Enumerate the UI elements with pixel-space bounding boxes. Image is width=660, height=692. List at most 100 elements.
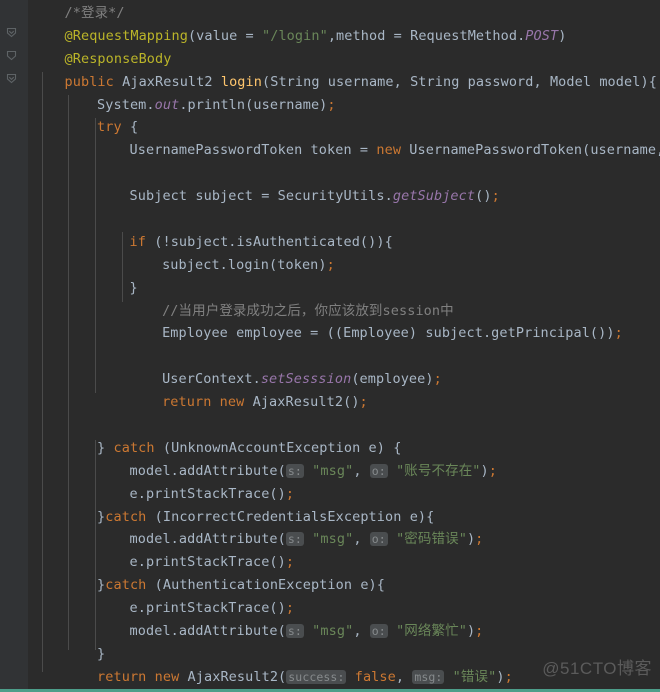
line-requestmapping-token-5: ) [558,27,567,44]
line-model-addattr-password-token-4: o: [369,532,388,547]
line-catch-unknownaccount[interactable]: } catch (UnknownAccountException e) { [28,437,660,460]
line-subject-login[interactable]: subject.login(token); [28,254,660,277]
line-return-ajaxresult-error-token-4: , [395,668,413,685]
line-comment-session-token-0: //当用户登录成功之后，你应该放到session中 [162,302,454,319]
line-model-addattr-network-token-4: o: [369,624,388,639]
line-catch-incorrectcredentials[interactable]: }catch (IncorrectCredentialsException e)… [28,506,660,529]
line-token-decl[interactable]: UsernamePasswordToken token = new Userna… [28,139,660,162]
line-token-decl-token-0: UsernamePasswordToken token = [129,142,377,159]
line-model-addattr-network-token-5: "网络繁忙" [387,623,467,640]
line-model-addattr-account-token-2: "msg" [303,462,354,479]
line-model-addattr-password-token-1: s: [285,532,304,547]
fold-marker-responsebody[interactable] [6,50,17,61]
line-model-addattr-account-token-7: ; [488,462,497,479]
line-model-addattr-network-token-1: s: [285,624,304,639]
line-if-authenticated[interactable]: if (!subject.isAuthenticated()){ [28,231,660,254]
line-blank-4[interactable] [28,414,660,437]
line-return-ajaxresult-token-1: AjaxResult2() [244,394,360,411]
line-requestmapping[interactable]: @RequestMapping(value = "/login",method … [28,25,660,48]
line-responsebody[interactable]: @ResponseBody [28,48,660,71]
line-printstacktrace-2-token-1: ; [285,554,295,571]
line-comment-login-token-0: /*登录*/ [64,5,125,21]
line-model-addattr-password-token-5: "密码错误" [387,531,467,548]
line-printstacktrace-2[interactable]: e.printStackTrace(); [28,551,660,574]
line-usercontext-setsession-token-3: ; [433,371,442,388]
fold-marker-requestmapping[interactable] [6,27,17,38]
line-model-addattr-password-token-0: model.addAttribute( [129,531,286,548]
line-requestmapping-token-1: (value = [187,27,262,44]
line-requestmapping-token-2: "/login" [262,27,328,44]
line-model-addattr-account[interactable]: model.addAttribute(s: "msg", o: "账号不存在")… [28,460,660,483]
line-model-addattr-network-token-0: model.addAttribute( [129,623,286,640]
line-model-addattr-password-token-7: ; [475,531,484,548]
line-subject-decl-token-1: getSubject [392,188,476,205]
line-printstacktrace-1[interactable]: e.printStackTrace(); [28,483,660,506]
line-method-signature-token-2: login [220,73,262,90]
editor-code-area[interactable]: /*登录*/@RequestMapping(value = "/login",m… [28,0,660,689]
line-printstacktrace-2-token-0: e.printStackTrace() [129,554,286,571]
line-catch-unknownaccount-token-0: } [97,439,114,456]
line-usercontext-setsession[interactable]: UserContext.setSesssion(employee); [28,368,660,391]
code-editor-window: /*登录*/@RequestMapping(value = "/login",m… [0,0,660,692]
line-comment-session[interactable]: //当用户登录成功之后，你应该放到session中 [28,300,660,323]
line-printstacktrace-3[interactable]: e.printStackTrace(); [28,597,660,620]
line-model-addattr-password[interactable]: model.addAttribute(s: "msg", o: "密码错误"); [28,528,660,551]
line-blank-2[interactable] [28,208,660,231]
line-employee-decl-token-1: ; [614,325,623,342]
line-sysout-println-token-1: out [154,96,180,113]
line-return-ajaxresult-error-token-0: return new [97,668,180,685]
line-printstacktrace-3-token-0: e.printStackTrace() [129,600,286,617]
line-subject-decl-token-0: Subject subject = SecurityUtils. [129,188,393,205]
line-catch-authentication-token-2: (AuthenticationException e){ [146,577,386,594]
line-usercontext-setsession-token-2: (employee) [351,371,434,388]
line-method-signature-token-0: public [64,73,123,90]
line-sysout-println-token-3: ; [327,96,336,113]
line-catch-authentication[interactable]: }catch (AuthenticationException e){ [28,574,660,597]
line-return-ajaxresult-token-0: return new [162,394,245,411]
line-subject-decl-token-2: () [475,188,492,205]
line-subject-login-token-0: subject.login(token) [162,256,327,273]
line-sysout-println-token-0: System. [97,96,155,113]
line-responsebody-token-0: @ResponseBody [64,50,172,67]
watermark-label: @51CTO博客 [542,659,652,678]
line-model-addattr-password-token-3: , [353,531,370,548]
line-try-close-token-0: } [97,645,106,662]
line-return-ajaxresult-error-token-5: msg: [412,669,445,684]
line-requestmapping-token-3: ,method = RequestMethod. [327,27,526,44]
line-model-addattr-network-token-2: "msg" [303,623,354,640]
line-try-open-token-0: try [97,119,122,136]
line-if-authenticated-token-0: if [129,233,147,250]
line-sysout-println[interactable]: System.out.println(username); [28,94,660,117]
line-sysout-println-token-2: .println(username) [179,96,328,113]
line-printstacktrace-1-token-1: ; [285,485,295,502]
line-requestmapping-token-0: @RequestMapping [64,27,188,44]
line-usercontext-setsession-token-1: setSesssion [260,371,352,388]
line-return-ajaxresult-error-token-8: ; [504,668,513,685]
line-model-addattr-account-token-6: ) [480,462,489,479]
line-comment-login[interactable]: /*登录*/ [28,2,660,25]
line-catch-authentication-token-1: catch [105,577,147,594]
editor-gutter[interactable] [0,0,29,689]
line-blank-1[interactable] [28,162,660,185]
line-method-signature-token-3: (String username, String password, Model… [261,73,649,90]
line-return-ajaxresult-token-2: ; [359,394,368,411]
line-if-authenticated-token-1: (!subject.isAuthenticated()){ [146,233,393,250]
line-model-addattr-password-token-2: "msg" [303,531,354,548]
line-model-addattr-network-token-3: , [353,623,370,640]
line-subject-login-token-1: ; [326,256,335,273]
line-blank-3[interactable] [28,345,660,368]
line-return-ajaxresult[interactable]: return new AjaxResult2(); [28,391,660,414]
line-if-close[interactable]: } [28,277,660,300]
line-method-signature[interactable]: public AjaxResult2 login(String username… [28,71,660,94]
line-model-addattr-network-token-6: ) [466,623,476,640]
line-model-addattr-account-token-5: "账号不存在" [387,462,481,479]
line-try-open-token-1: { [121,119,139,136]
line-subject-decl[interactable]: Subject subject = SecurityUtils.getSubje… [28,185,660,208]
line-employee-decl-token-0: Employee employee = ((Employee) subject.… [162,325,615,342]
fold-marker-login-method[interactable] [6,73,17,84]
code-line-list: /*登录*/@RequestMapping(value = "/login",m… [28,0,660,689]
line-printstacktrace-1-token-0: e.printStackTrace() [129,485,286,502]
line-try-open[interactable]: try { [28,116,660,139]
line-employee-decl[interactable]: Employee employee = ((Employee) subject.… [28,322,660,345]
line-model-addattr-network[interactable]: model.addAttribute(s: "msg", o: "网络繁忙"); [28,620,660,643]
